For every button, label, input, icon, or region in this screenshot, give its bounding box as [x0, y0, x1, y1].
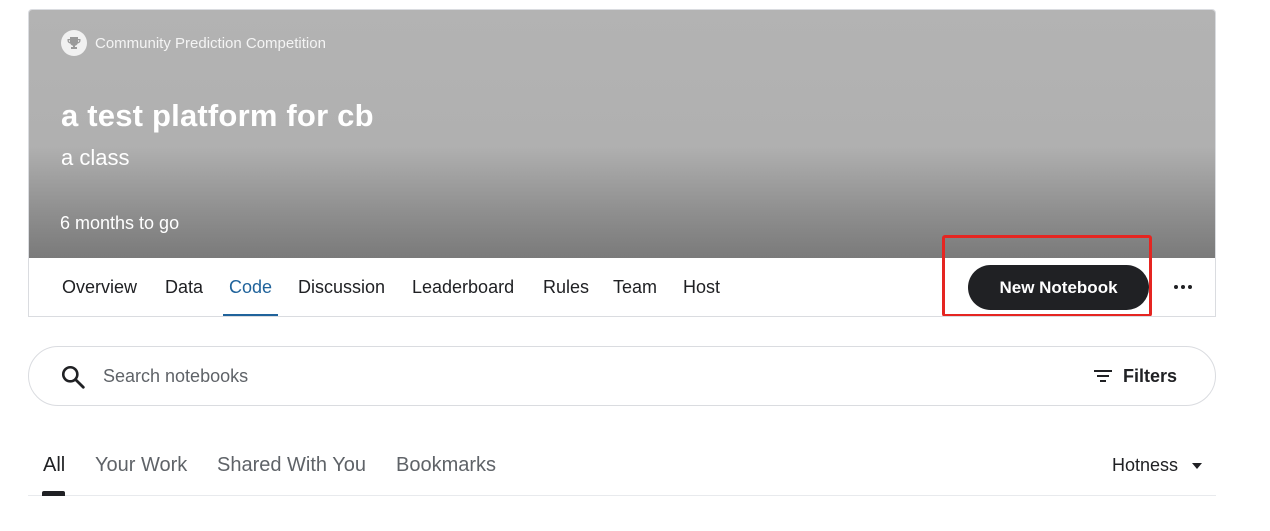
search-input[interactable] [103, 361, 903, 391]
deadline-text: 6 months to go [60, 213, 180, 233]
caret-down-icon [1192, 462, 1202, 469]
tab-rules[interactable]: Rules [543, 258, 589, 316]
competition-banner: Community Prediction Competition a test … [29, 10, 1215, 258]
sort-dropdown[interactable]: Hotness [1112, 455, 1202, 476]
competition-title: a test platform for cb [61, 98, 374, 133]
tab-leaderboard[interactable]: Leaderboard [412, 258, 514, 316]
subtab-bookmarks[interactable]: Bookmarks [396, 454, 496, 477]
active-subtab-indicator [42, 491, 65, 496]
competition-type: Community Prediction Competition [61, 30, 326, 56]
competition-header-card: Community Prediction Competition a test … [28, 9, 1216, 317]
tab-data[interactable]: Data [165, 258, 203, 316]
new-notebook-button[interactable]: New Notebook [968, 265, 1149, 310]
more-horizontal-icon [1174, 285, 1178, 289]
sort-selected-label: Hotness [1111, 455, 1178, 475]
competition-subtitle: a class [61, 145, 130, 170]
subtab-your-work[interactable]: Your Work [95, 454, 187, 477]
tab-discussion[interactable]: Discussion [298, 258, 385, 316]
competition-tabs: Overview Data Code Discussion Leaderboar… [29, 258, 1215, 316]
search-icon [61, 365, 85, 389]
notebook-subtabs: All Your Work Shared With You Bookmarks … [28, 440, 1216, 496]
subtab-shared-with-you[interactable]: Shared With You [217, 454, 366, 477]
tab-team[interactable]: Team [613, 258, 657, 316]
tab-code[interactable]: Code [222, 258, 279, 316]
filters-label: Filters [1122, 365, 1177, 386]
competition-type-label: Community Prediction Competition [95, 34, 326, 52]
tab-overview[interactable]: Overview [62, 258, 137, 316]
subtab-all[interactable]: All [43, 454, 65, 477]
filter-icon [1093, 370, 1112, 382]
more-options-button[interactable] [1168, 270, 1198, 304]
filters-button[interactable]: Filters [1093, 361, 1177, 391]
tab-host[interactable]: Host [683, 258, 720, 316]
search-bar: Filters [28, 346, 1216, 406]
trophy-icon [61, 30, 87, 56]
